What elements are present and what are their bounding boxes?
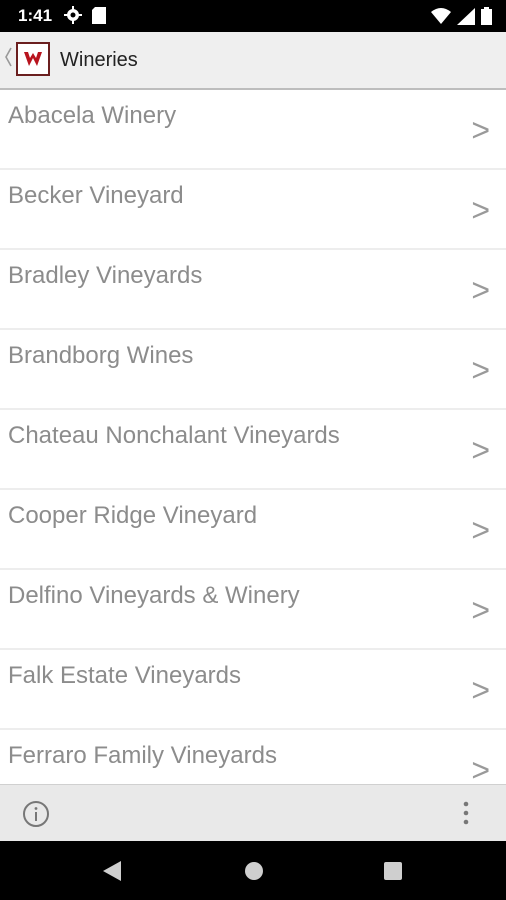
winery-list: Abacela Winery > Becker Vineyard > Bradley V… [0, 90, 506, 784]
winery-name: Ferraro Family Vineyards [8, 742, 277, 769]
nav-back-icon[interactable] [102, 860, 122, 887]
winery-logo-icon[interactable] [16, 42, 50, 76]
chevron-right-icon: > [471, 752, 490, 784]
winery-name: Abacela Winery [8, 102, 177, 129]
winery-list-item[interactable]: Falk Estate Vineyards > [0, 650, 506, 730]
nav-recents-icon[interactable] [384, 862, 402, 885]
winery-list-item[interactable]: Ferraro Family Vineyards > [0, 730, 506, 784]
chevron-right-icon: > [471, 272, 490, 308]
winery-list-item[interactable]: Delfino Vineyards & Winery > [0, 570, 506, 650]
chevron-right-icon: > [471, 192, 490, 228]
winery-list-item[interactable]: Chateau Nonchalant Vineyards > [0, 410, 506, 490]
winery-name: Delfino Vineyards & Winery [8, 582, 300, 609]
page-title: Wineries [60, 49, 138, 71]
winery-name: Brandborg Wines [8, 342, 194, 369]
winery-list-item[interactable]: Abacela Winery > [0, 90, 506, 170]
battery-icon [481, 7, 492, 30]
winery-name: Becker Vineyard [8, 182, 184, 209]
status-icons [431, 7, 492, 30]
bottom-toolbar [0, 784, 506, 842]
system-nav-bar [0, 841, 506, 900]
sd-card-icon [92, 7, 106, 29]
chevron-right-icon: > [471, 112, 490, 148]
winery-list-item[interactable]: Becker Vineyard > [0, 170, 506, 250]
status-time: 1:41 [18, 6, 53, 25]
gear-icon [64, 6, 82, 29]
wifi-icon [431, 8, 451, 29]
winery-name: Bradley Vineyards [8, 262, 203, 289]
status-bar: 1:41 [0, 0, 506, 32]
chevron-right-icon: > [471, 672, 490, 708]
chevron-right-icon: > [471, 352, 490, 388]
chevron-right-icon: > [471, 512, 490, 548]
winery-list-item[interactable]: Cooper Ridge Vineyard > [0, 490, 506, 570]
back-chevron-icon[interactable] [4, 46, 12, 73]
nav-home-icon[interactable] [244, 861, 264, 886]
signal-icon [457, 7, 475, 30]
winery-name: Cooper Ridge Vineyard [8, 502, 258, 529]
winery-name: Chateau Nonchalant Vineyards [8, 422, 340, 449]
chevron-right-icon: > [471, 592, 490, 628]
overflow-menu-icon[interactable] [462, 799, 470, 832]
app-bar: Wineries [0, 32, 506, 90]
winery-list-item[interactable]: Bradley Vineyards > [0, 250, 506, 330]
winery-list-item[interactable]: Brandborg Wines > [0, 330, 506, 410]
chevron-right-icon: > [471, 432, 490, 468]
info-icon[interactable] [22, 800, 50, 833]
winery-name: Falk Estate Vineyards [8, 662, 242, 689]
